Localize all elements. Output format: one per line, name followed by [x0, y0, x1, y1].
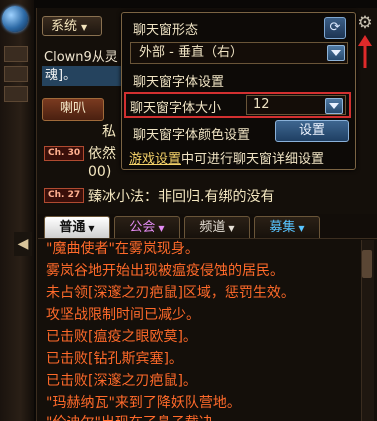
speaker-button[interactable]: 喇叭: [42, 98, 104, 121]
gear-icon[interactable]: ⚙: [356, 14, 374, 32]
tab-general[interactable]: 普通 ▼: [44, 216, 110, 238]
font-settings-label: 聊天窗字体设置: [133, 75, 225, 90]
log-line: 已击败[钻孔斯宾塞]。: [46, 351, 183, 367]
game-settings-link[interactable]: 游戏设置: [129, 152, 181, 167]
chat-direction-select[interactable]: 外部 - 垂直（右）: [130, 42, 348, 64]
chevron-down-icon: ▼: [298, 224, 305, 233]
chat-message: 00): [88, 164, 112, 180]
chat-selected-line[interactable]: 魂]。: [42, 66, 128, 86]
chat-message: 臻冰小法：非回归.有绑的没有: [88, 189, 275, 205]
log-line: 攻坚战限制时间已减少。: [46, 307, 200, 323]
sidebar-slot[interactable]: [4, 46, 28, 62]
dropdown-arrow-icon[interactable]: [327, 45, 345, 61]
font-size-value: 12: [253, 97, 270, 112]
tab-guild[interactable]: 公会 ▼: [114, 216, 180, 238]
level-badge: Ch. 27: [44, 188, 85, 203]
log-line: 雾岚谷地开始出现被瘟疫侵蚀的居民。: [46, 263, 284, 279]
level-badge: Ch. 30: [44, 146, 85, 161]
globe-icon[interactable]: [2, 6, 28, 32]
chat-name-line: Clown9从灵: [44, 50, 118, 64]
log-line: 已击败[瘟疫之眼欧莫]。: [46, 329, 197, 345]
chat-message: 依然: [88, 146, 116, 162]
channel-select-label: 系统: [51, 19, 78, 34]
log-line: 已击败[深邃之刃疤鼠]。: [46, 373, 197, 389]
log-line: 未占领[深邃之刃疤鼠]区域，惩罚生效。: [46, 285, 295, 301]
tab-channel[interactable]: 频道 ▼: [184, 216, 250, 238]
set-color-button[interactable]: 设置: [275, 120, 349, 142]
chevron-down-icon: ▼: [81, 23, 88, 32]
scroll-thumb[interactable]: [362, 250, 372, 278]
log-line: "魔曲使者"在雾岚现身。: [46, 241, 199, 257]
sidebar-slot[interactable]: [4, 86, 28, 102]
annotation-arrow-icon: [358, 35, 372, 68]
game-settings-note: 游戏设置中可进行聊天窗详细设置: [129, 148, 324, 167]
chevron-down-icon: ▼: [88, 224, 95, 233]
log-line: "伦迪尔"出现在了鼻子载决。: [46, 412, 227, 421]
chevron-down-icon: ▼: [158, 224, 165, 233]
refresh-button[interactable]: ⟳: [324, 17, 346, 39]
chat-log: "魔曲使者"在雾岚现身。 雾岚谷地开始出现被瘟疫侵蚀的居民。 未占领[深邃之刃疤…: [38, 240, 360, 421]
tab-recruit[interactable]: 募集 ▼: [254, 216, 320, 238]
channel-select[interactable]: 系统 ▼: [42, 16, 102, 36]
font-size-label: 聊天窗字体大小: [130, 101, 222, 116]
chevron-down-icon: ▼: [228, 224, 235, 233]
tab-label: 普通: [59, 220, 86, 235]
log-line: "玛赫纳瓦"来到了降妖队营地。: [46, 395, 241, 411]
tab-label: 频道: [199, 220, 226, 235]
refresh-icon: ⟳: [329, 20, 341, 35]
direction-value: 外部 - 垂直（右）: [139, 45, 243, 60]
font-color-label: 聊天窗字体颜色设置: [133, 128, 251, 143]
tab-label: 募集: [269, 220, 296, 235]
dropdown-arrow-icon[interactable]: [325, 98, 343, 114]
font-size-select[interactable]: 12: [246, 95, 346, 115]
game-settings-note-text: 中可进行聊天窗详细设置: [181, 152, 325, 167]
left-sidebar: [0, 0, 34, 421]
sidebar-slot[interactable]: [4, 66, 28, 82]
popup-title: 聊天窗形态: [133, 23, 199, 38]
chat-message: 私: [102, 124, 116, 140]
tab-label: 公会: [129, 220, 156, 235]
chevron-left-icon[interactable]: ◀: [14, 232, 32, 256]
